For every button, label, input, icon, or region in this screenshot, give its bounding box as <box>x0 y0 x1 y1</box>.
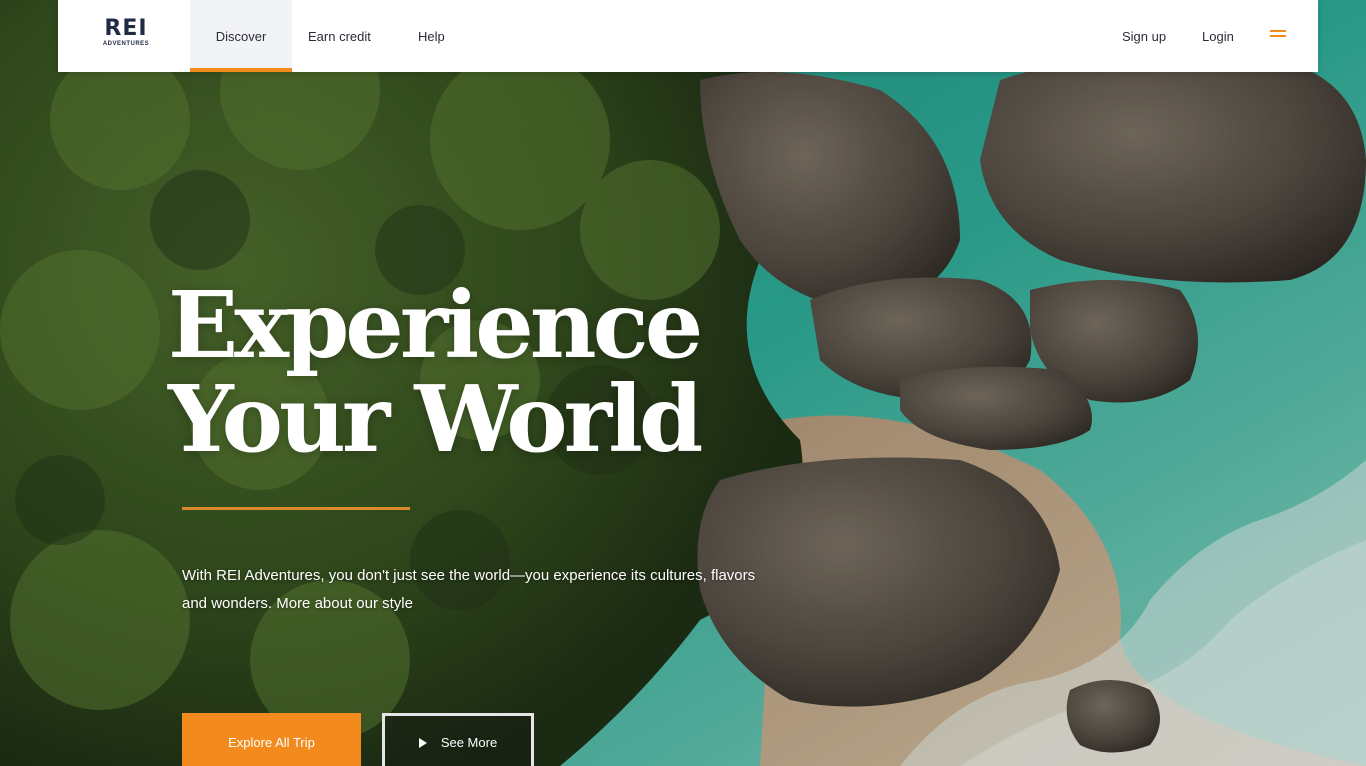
logo-main-text: REI <box>104 16 148 41</box>
menu-line <box>1270 35 1286 37</box>
headline-underline <box>182 507 410 510</box>
explore-all-trip-button[interactable]: Explore All Trip <box>182 713 361 766</box>
nav-item-discover[interactable]: Discover <box>190 0 292 72</box>
see-more-button[interactable]: See More <box>382 713 534 766</box>
signup-link[interactable]: Sign up <box>1122 0 1182 72</box>
top-navigation-bar: REI ADVENTURES Discover Earn credit Help… <box>58 0 1318 72</box>
nav-item-help[interactable]: Help <box>418 0 458 72</box>
headline-line-1: Experience <box>168 271 703 379</box>
nav-item-earn-credit[interactable]: Earn credit <box>308 0 388 72</box>
headline-line-2: Your World <box>168 365 703 473</box>
hero-section: REI ADVENTURES Discover Earn credit Help… <box>0 0 1366 766</box>
hamburger-menu-icon[interactable] <box>1270 30 1286 42</box>
menu-line <box>1270 30 1286 32</box>
login-link[interactable]: Login <box>1202 0 1246 72</box>
logo-sub-text: ADVENTURES <box>102 41 150 47</box>
hero-description: With REI Adventures, you don't just see … <box>182 567 756 612</box>
play-icon <box>418 737 427 748</box>
see-more-label: See More <box>440 735 498 750</box>
hero-headline: Experience Your World <box>168 278 788 466</box>
rei-adventures-logo[interactable]: REI ADVENTURES <box>98 18 154 54</box>
